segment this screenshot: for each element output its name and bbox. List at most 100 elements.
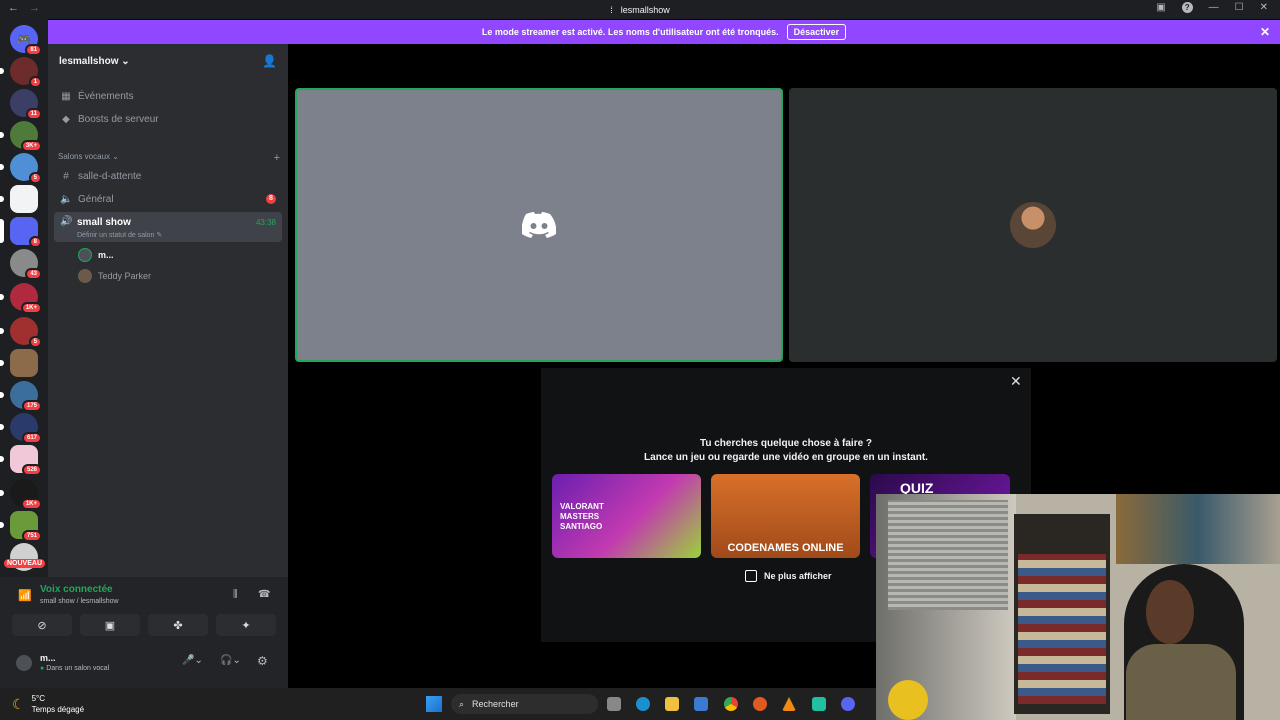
server-icon[interactable]: 3K+	[0, 121, 42, 152]
voice-user[interactable]: m...	[78, 246, 114, 264]
microphone-icon[interactable]: 🎤⌄	[182, 655, 203, 666]
server-header[interactable]: lesmallshow ⌄ 👤	[48, 44, 288, 78]
call-timer: 43:38	[255, 218, 276, 227]
voice-user[interactable]: Teddy Parker	[78, 267, 151, 285]
file-explorer-icon[interactable]	[665, 697, 679, 711]
mention-badge: 8	[266, 194, 276, 204]
minimize-icon[interactable]: —	[1209, 2, 1219, 13]
server-icon[interactable]: 751	[0, 511, 42, 542]
signal-icon: 📶	[18, 590, 32, 602]
close-banner-icon[interactable]: ✕	[1260, 25, 1270, 39]
unread-badge: 617	[21, 432, 42, 444]
activities-icon: ✤	[173, 619, 183, 632]
taskbar-search[interactable]: ⌕ Rechercher	[451, 694, 598, 714]
edge-icon[interactable]	[636, 697, 650, 711]
video-tile-user[interactable]	[789, 88, 1277, 362]
channel-general[interactable]: 🔈 Général 8	[54, 189, 282, 209]
window-title: ⁞ lesmallshow	[610, 4, 670, 15]
avatar[interactable]	[16, 655, 32, 671]
channel-status[interactable]: Définir un statut de salon ✎	[77, 231, 162, 239]
add-channel-icon[interactable]: +	[274, 152, 280, 164]
unread-badge: 5	[28, 336, 42, 348]
disconnect-icon[interactable]: ☎	[258, 589, 270, 600]
username: m...	[40, 653, 56, 663]
discord-taskbar-icon[interactable]	[841, 697, 855, 711]
channel-salle-d-attente[interactable]: # salle-d-attente	[54, 166, 282, 186]
server-icon[interactable]: 175	[0, 381, 42, 412]
channel-small-show[interactable]: 🔊 small show Définir un statut de salon …	[54, 212, 282, 242]
store-icon[interactable]	[694, 697, 708, 711]
unread-pill	[0, 294, 4, 300]
server-icon[interactable]: 1	[0, 57, 42, 88]
maximize-icon[interactable]: ☐	[1235, 2, 1244, 13]
boost-icon: ◆	[62, 113, 70, 125]
unread-pill	[0, 132, 4, 138]
server-icon[interactable]: 5	[0, 317, 42, 348]
unread-pill	[0, 196, 4, 202]
unread-pill	[0, 328, 4, 334]
unread-pill	[0, 68, 4, 74]
app-icon[interactable]	[812, 697, 826, 711]
activities-button[interactable]: ✤	[148, 614, 208, 636]
server-icon[interactable]	[0, 349, 38, 377]
disable-streamer-button[interactable]: Désactiver	[786, 24, 847, 40]
server-icon[interactable]	[0, 185, 38, 213]
server-icon[interactable]: 1K+	[0, 283, 42, 314]
home-button[interactable]: 🎮 81	[10, 25, 42, 56]
unread-badge: 1K+	[20, 498, 42, 510]
server-icon[interactable]: 526	[0, 445, 42, 476]
unread-pill	[0, 456, 4, 462]
close-window-icon[interactable]: ✕	[1260, 2, 1268, 13]
boosts-item[interactable]: ◆ Boosts de serveur	[54, 109, 282, 129]
unread-pill	[0, 392, 4, 398]
voice-status[interactable]: Voix connectée	[40, 584, 113, 595]
speaker-icon: 🔈	[60, 193, 73, 205]
camera-off-button[interactable]: ⊘	[12, 614, 72, 636]
user-status: ● Dans un salon vocal	[40, 665, 110, 672]
weather-widget[interactable]: ☾ 5°C Temps dégagé	[12, 693, 84, 715]
close-activities-icon[interactable]: ✕	[1010, 373, 1022, 390]
hash-icon: #	[63, 170, 69, 182]
unread-pill	[0, 164, 4, 170]
soundboard-button[interactable]: ✦	[216, 614, 276, 636]
events-item[interactable]: ▦ Événements	[54, 86, 282, 106]
activity-card-valorant[interactable]: VALORANT MASTERS SANTIAGO	[552, 474, 701, 558]
unread-badge: 5	[28, 172, 42, 184]
dont-show-again[interactable]: Ne plus afficher	[745, 570, 832, 582]
streamer-mode-banner: Le mode streamer est activé. Les noms d'…	[48, 20, 1280, 44]
invite-user-icon[interactable]: 👤	[262, 54, 277, 68]
firefox-icon[interactable]	[753, 697, 767, 711]
server-icon[interactable]: 1K+	[0, 479, 42, 510]
soundboard-icon: ✦	[241, 619, 251, 632]
title-bar: ← → ⁞ lesmallshow ▣ ? — ☐ ✕	[0, 0, 1280, 19]
video-tile-self[interactable]	[295, 88, 783, 362]
task-view-icon[interactable]	[607, 697, 621, 711]
noise-suppression-icon[interactable]: ⫼	[233, 589, 238, 600]
dont-show-checkbox[interactable]	[745, 570, 757, 582]
unread-badge: 8	[28, 236, 42, 248]
headphones-icon[interactable]: 🎧⌄	[220, 655, 241, 666]
speaker-active-icon: 🔊	[60, 216, 73, 227]
server-icon[interactable]: 617	[0, 413, 42, 444]
voice-category[interactable]: Salons vocaux ⌄ +	[58, 152, 280, 164]
inbox-icon[interactable]: ▣	[1156, 2, 1165, 13]
windows-start-icon[interactable]	[426, 696, 442, 712]
avatar	[78, 269, 92, 283]
chrome-icon[interactable]	[724, 697, 738, 711]
unread-badge: 1	[28, 76, 42, 88]
moon-icon: ☾	[12, 695, 25, 712]
help-icon[interactable]: ?	[1181, 2, 1193, 13]
user-avatar	[1010, 202, 1056, 248]
server-icon[interactable]: 43	[10, 249, 42, 280]
server-icon[interactable]: 8	[0, 217, 42, 248]
camera-off-icon: ⊘	[37, 619, 47, 632]
window-controls: ▣ ? — ☐ ✕	[1156, 2, 1268, 13]
unread-pill	[0, 522, 4, 528]
activity-prompt: Tu cherches quelque chose à faire ? Lanc…	[644, 438, 928, 463]
settings-gear-icon[interactable]: ⚙	[257, 654, 268, 668]
screen-share-button[interactable]: ▣	[80, 614, 140, 636]
server-icon[interactable]: 5	[0, 153, 42, 184]
unread-badge: 11	[25, 108, 42, 120]
activity-card-codenames[interactable]: CODENAMES ONLINE	[711, 474, 860, 558]
server-icon[interactable]: 11	[10, 89, 42, 120]
